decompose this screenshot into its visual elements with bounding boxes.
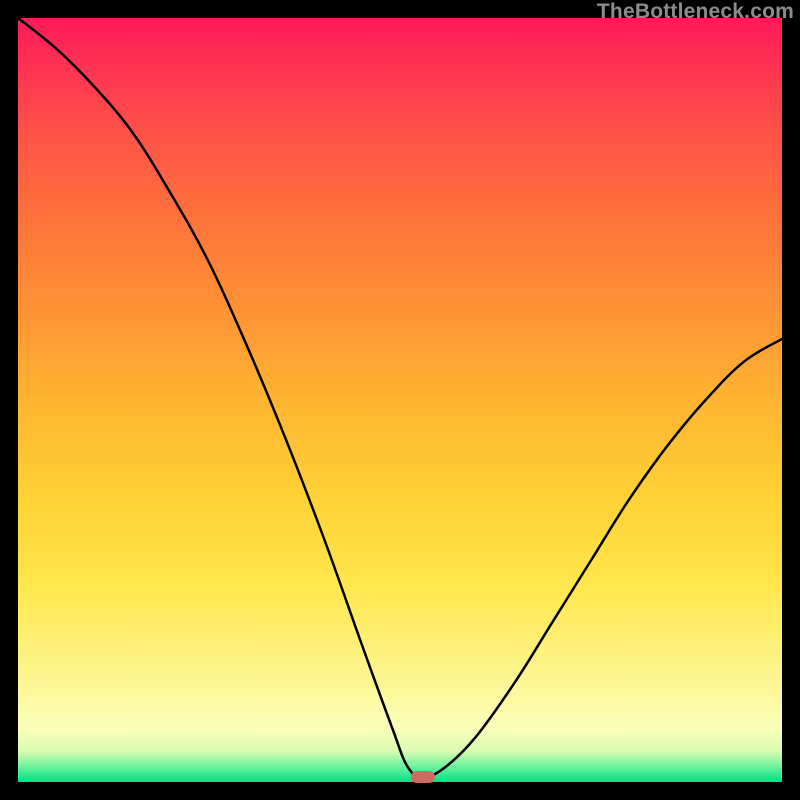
bottleneck-curve bbox=[18, 18, 782, 782]
optimal-point-marker bbox=[411, 771, 435, 783]
plot-area bbox=[18, 18, 782, 782]
chart-frame: TheBottleneck.com bbox=[0, 0, 800, 800]
watermark-text: TheBottleneck.com bbox=[597, 0, 794, 24]
